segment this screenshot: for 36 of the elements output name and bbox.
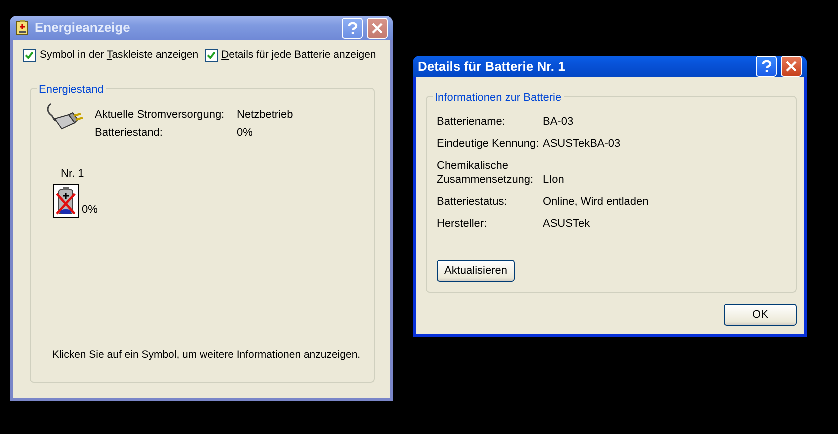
battery-button[interactable] (53, 184, 79, 218)
close-icon (372, 22, 383, 34)
window-title: Details für Batterie Nr. 1 (418, 58, 566, 76)
field-label: Aktuelle Stromversorgung: (95, 108, 226, 123)
field-label: Batteriename: (437, 115, 506, 129)
field-value: 0% (237, 126, 253, 142)
field-value: LIon (543, 173, 564, 187)
checkbox-label[interactable]: Symbol in der Taskleiste anzeigen (40, 48, 199, 64)
field-label: Eindeutige Kennung: (437, 137, 540, 151)
refresh-button[interactable]: Aktualisieren (437, 260, 515, 282)
battery-icon (55, 186, 77, 216)
battery-charge: 0% (82, 202, 98, 218)
field-value: Netzbetrieb (237, 108, 294, 123)
help-icon (348, 22, 358, 34)
field-label: Chemikalische Zusammensetzung: (437, 159, 535, 187)
hint-text: Klicken Sie auf ein Symbol, um weitere Informationen anzuzeigen. (52, 348, 361, 364)
field-value: Online, Wird entladen (543, 195, 649, 209)
field-label: Hersteller: (437, 217, 488, 231)
close-button[interactable] (781, 56, 802, 77)
battery-name: Nr. 1 (61, 166, 86, 182)
checkbox[interactable] (204, 49, 218, 62)
battery-icon (15, 20, 31, 36)
field-value: BA-03 (543, 115, 574, 129)
field-label: Batteriestatus: (437, 195, 508, 209)
field-label: Batteriestand: (95, 126, 164, 142)
ok-button[interactable]: OK (724, 304, 797, 326)
close-icon (786, 61, 797, 72)
help-icon (762, 60, 772, 73)
field-value: ASUSTekBA-03 (543, 137, 621, 151)
checkbox[interactable] (23, 49, 36, 62)
checkbox-label[interactable]: Details für jede Batterie anzeigen (222, 48, 376, 64)
help-button[interactable] (342, 18, 363, 38)
help-button[interactable] (756, 56, 777, 77)
window-title: Energieanzeige (35, 19, 132, 38)
close-button[interactable] (367, 18, 388, 38)
field-value: ASUSTek (543, 217, 590, 231)
